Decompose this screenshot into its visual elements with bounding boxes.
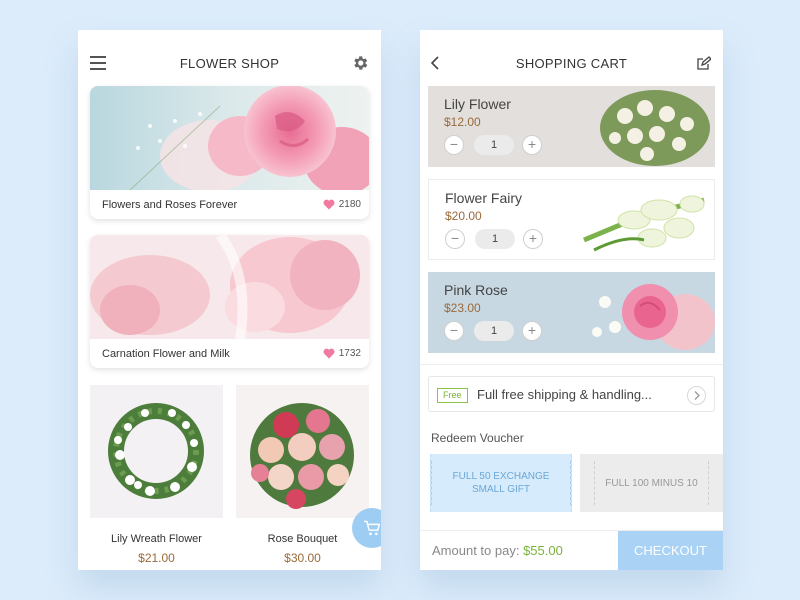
cart-item-flower-fairy: Flower Fairy $20.00 − 1 +	[428, 179, 715, 260]
minus-icon[interactable]: −	[444, 135, 464, 155]
shopping-cart-screen: SHOPPING CART Lily Flower $12.00 − 1 + F…	[420, 30, 723, 570]
cart-item-pink-rose: Pink Rose $23.00 − 1 +	[428, 272, 715, 353]
quantity-stepper: − 1 +	[444, 135, 542, 155]
amount-to-pay: Amount to pay: $55.00	[432, 543, 563, 558]
quantity-value: 1	[474, 135, 514, 155]
product-price: $30.00	[284, 551, 321, 565]
quantity-value: 1	[475, 229, 515, 249]
minus-icon[interactable]: −	[445, 229, 465, 249]
product-name: Rose Bouquet	[267, 533, 338, 545]
product-tile-rose-bouquet[interactable]: Rose Bouquet $30.00	[236, 385, 369, 565]
item-price: $12.00	[444, 115, 481, 129]
rose-bouquet-photo	[236, 385, 369, 518]
flower-fairy-photo	[574, 180, 714, 259]
product-tile-lily-wreath[interactable]: Lily Wreath Flower $21.00	[90, 385, 223, 565]
lily-flower-photo	[575, 86, 715, 167]
like-count[interactable]: 1732	[323, 348, 361, 359]
feature-caption: Carnation Flower and Milk	[102, 348, 230, 360]
shop-header: FLOWER SHOP	[78, 30, 381, 86]
feature-card-roses[interactable]: Flowers and Roses Forever 2180	[90, 86, 369, 219]
voucher-section-title: Redeem Voucher	[431, 431, 524, 445]
divider	[420, 364, 723, 365]
item-name: Lily Flower	[444, 96, 511, 112]
quantity-stepper: − 1 +	[444, 321, 542, 341]
settings-gear-icon[interactable]	[351, 54, 369, 72]
cart-icon	[364, 520, 380, 536]
like-count-value: 1732	[338, 348, 361, 359]
voucher-gift[interactable]: FULL 50 EXCHANGE SMALL GIFT	[430, 454, 572, 512]
checkout-button[interactable]: CHECKOUT	[618, 531, 723, 570]
quantity-stepper: − 1 +	[445, 229, 543, 249]
voucher-label: FULL 100 MINUS 10	[594, 461, 709, 505]
item-price: $20.00	[445, 209, 482, 223]
product-price: $21.00	[138, 551, 175, 565]
flower-shop-screen: FLOWER SHOP Flowers and Roses Forever 21…	[78, 30, 381, 570]
feature-card-carnation[interactable]: Carnation Flower and Milk 1732	[90, 235, 369, 368]
edit-icon[interactable]	[697, 56, 711, 70]
plus-icon[interactable]: +	[523, 229, 543, 249]
pink-rose-photo	[575, 272, 715, 353]
feature-caption: Flowers and Roses Forever	[102, 199, 238, 211]
cart-item-lily-flower: Lily Flower $12.00 − 1 +	[428, 86, 715, 167]
item-name: Flower Fairy	[445, 190, 523, 206]
checkout-footer: Amount to pay: $55.00 CHECKOUT	[420, 530, 723, 570]
lily-wreath-photo	[90, 385, 223, 518]
page-title: FLOWER SHOP	[179, 56, 280, 71]
item-price: $23.00	[444, 301, 481, 315]
chevron-right-icon[interactable]	[687, 386, 706, 405]
voucher-discount[interactable]: FULL 100 MINUS 10	[580, 454, 723, 512]
voucher-label: FULL 50 EXCHANGE SMALL GIFT	[431, 461, 571, 505]
free-badge: Free	[437, 388, 468, 403]
page-title: SHOPPING CART	[515, 56, 628, 71]
item-name: Pink Rose	[444, 282, 508, 298]
free-shipping-row[interactable]: Free Full free shipping & handling...	[428, 376, 715, 412]
roses-photo	[90, 86, 369, 190]
heart-icon[interactable]	[323, 348, 335, 359]
quantity-value: 1	[474, 321, 514, 341]
like-count[interactable]: 2180	[323, 199, 361, 210]
heart-icon[interactable]	[323, 199, 335, 210]
product-name: Lily Wreath Flower	[111, 533, 202, 545]
cart-header: SHOPPING CART	[420, 30, 723, 86]
plus-icon[interactable]: +	[522, 321, 542, 341]
like-count-value: 2180	[338, 199, 361, 210]
minus-icon[interactable]: −	[444, 321, 464, 341]
shipping-text: Full free shipping & handling...	[477, 387, 652, 402]
amount-value: $55.00	[523, 543, 563, 558]
plus-icon[interactable]: +	[522, 135, 542, 155]
carnation-photo	[90, 235, 369, 339]
amount-label: Amount to pay:	[432, 543, 520, 558]
